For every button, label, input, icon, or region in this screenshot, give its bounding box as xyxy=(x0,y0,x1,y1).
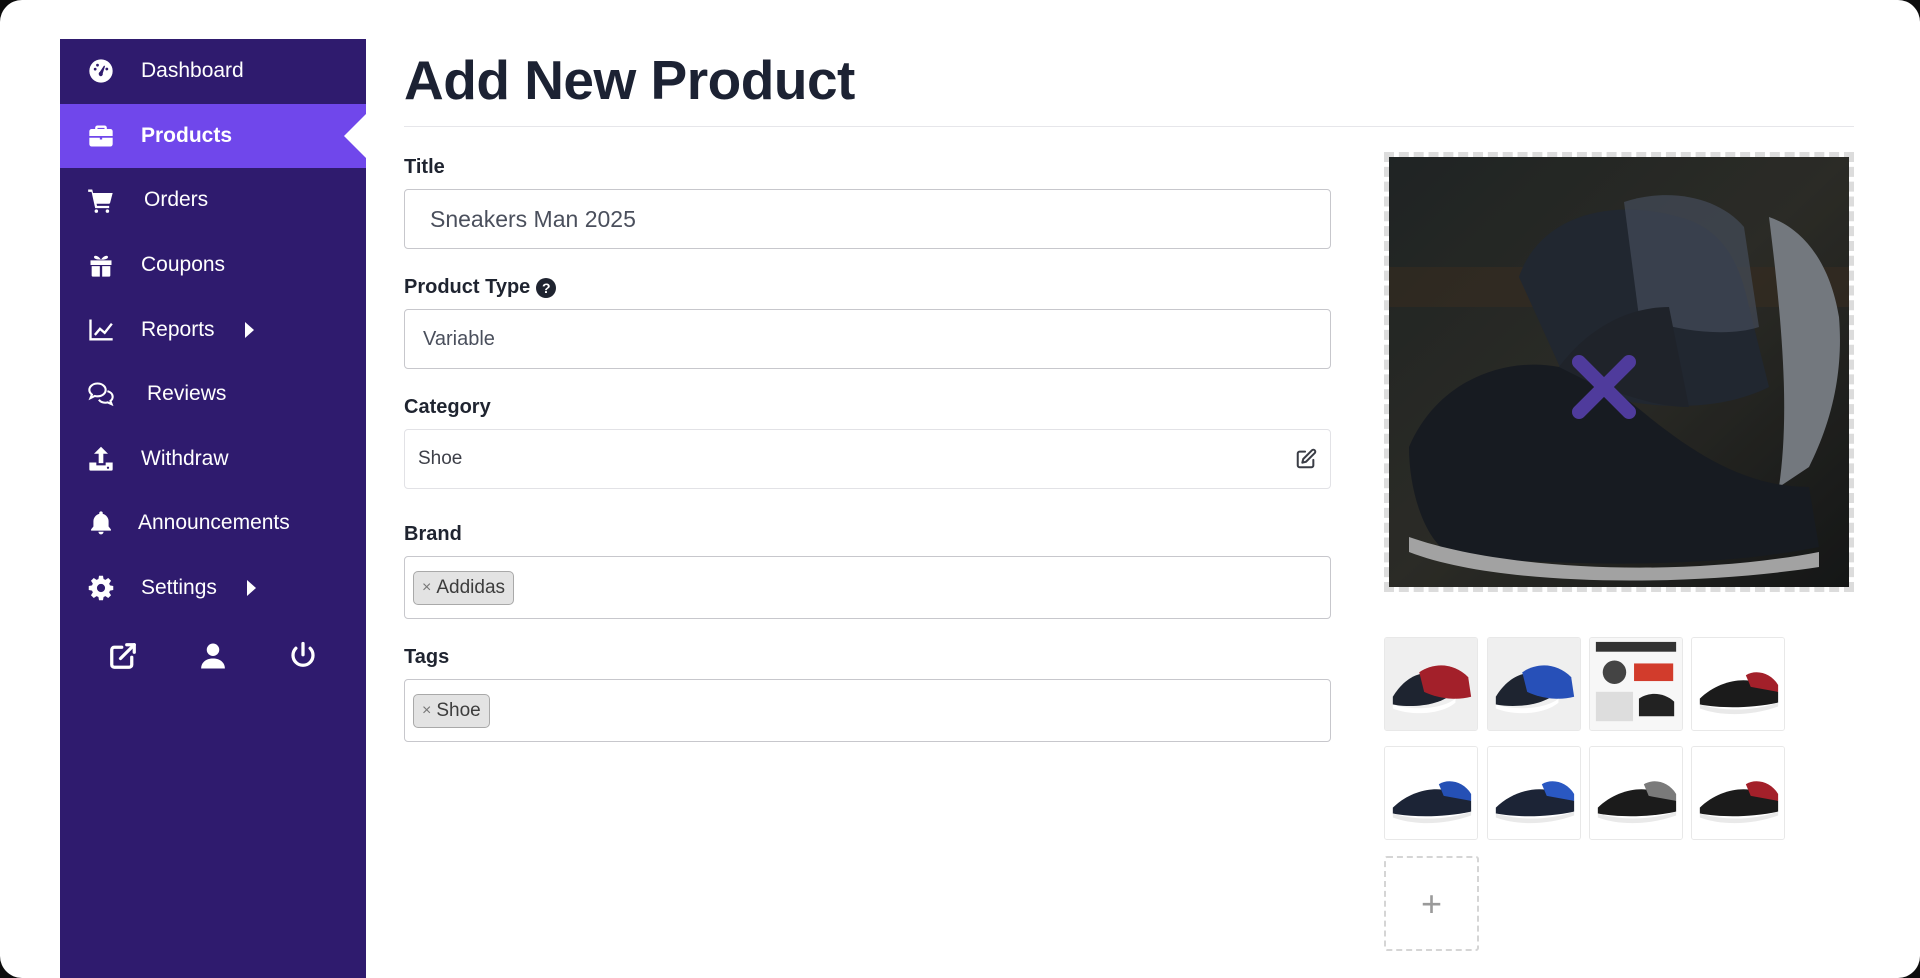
featured-image[interactable] xyxy=(1384,152,1854,592)
brand-tag: × Addidas xyxy=(413,570,515,605)
tag-chip: × Shoe xyxy=(413,693,490,728)
remove-tag-icon[interactable]: × xyxy=(422,579,431,597)
sidebar-footer xyxy=(60,620,366,692)
gallery-thumbnail[interactable] xyxy=(1384,746,1478,840)
product-type-label: Product Type ? xyxy=(404,276,557,299)
briefcase-icon xyxy=(86,121,116,151)
upload-icon xyxy=(86,444,116,474)
sidebar-item-label: Announcements xyxy=(138,511,290,535)
gallery-thumbnail[interactable] xyxy=(1691,637,1785,731)
sidebar-item-dashboard[interactable]: Dashboard xyxy=(60,39,366,104)
sidebar-item-reviews[interactable]: Reviews xyxy=(60,362,366,427)
brand-label: Brand xyxy=(404,523,462,545)
chart-line-icon xyxy=(86,315,116,345)
plus-icon: + xyxy=(1420,882,1443,924)
sidebar-item-label: Reports xyxy=(141,317,215,341)
page-title: Add New Product xyxy=(404,49,855,111)
app-window: Dashboard Products Orders Coupons Report… xyxy=(0,0,1920,978)
featured-image-photo xyxy=(1389,157,1849,587)
title-label: Title xyxy=(404,156,445,178)
remove-tag-icon[interactable]: × xyxy=(422,702,431,720)
title-input[interactable]: Sneakers Man 2025 xyxy=(404,189,1331,249)
sidebar-item-label: Reviews xyxy=(147,382,227,406)
gallery-thumbnail[interactable] xyxy=(1487,637,1581,731)
help-icon[interactable]: ? xyxy=(536,277,557,298)
category-label: Category xyxy=(404,396,491,418)
gallery-thumbnail[interactable] xyxy=(1384,637,1478,731)
sidebar-item-coupons[interactable]: Coupons xyxy=(60,233,366,298)
gallery-thumbnail[interactable] xyxy=(1589,746,1683,840)
sidebar-item-withdraw[interactable]: Withdraw xyxy=(60,427,366,492)
gift-icon xyxy=(86,250,116,280)
sidebar-item-products[interactable]: Products xyxy=(60,103,366,169)
gear-icon xyxy=(86,573,116,603)
sidebar-item-label: Coupons xyxy=(141,253,226,277)
sidebar-item-label: Withdraw xyxy=(141,446,229,470)
sidebar-item-label: Settings xyxy=(141,576,217,600)
add-image-button[interactable]: + xyxy=(1384,856,1479,951)
gallery-thumbnail[interactable] xyxy=(1487,746,1581,840)
sidebar-item-orders[interactable]: Orders xyxy=(60,168,366,233)
external-link-icon[interactable] xyxy=(103,636,143,676)
sidebar-item-reports[interactable]: Reports xyxy=(60,297,366,362)
dashboard-icon xyxy=(86,56,116,86)
brand-tags-input[interactable]: × Addidas xyxy=(404,556,1331,619)
cart-icon xyxy=(86,185,116,215)
gallery-thumbnail[interactable] xyxy=(1589,637,1683,731)
tags-input[interactable]: × Shoe xyxy=(404,679,1331,742)
chevron-right-icon xyxy=(246,580,256,597)
power-icon[interactable] xyxy=(283,636,323,676)
divider xyxy=(404,126,1854,127)
sidebar-item-settings[interactable]: Settings xyxy=(60,556,366,621)
user-icon[interactable] xyxy=(193,636,233,676)
chevron-right-icon xyxy=(244,321,254,338)
product-type-select[interactable]: Variable xyxy=(404,309,1331,369)
sidebar-item-label: Dashboard xyxy=(141,59,244,83)
sidebar-item-label: Orders xyxy=(144,188,209,212)
sidebar: Dashboard Products Orders Coupons Report… xyxy=(60,39,366,978)
edit-icon[interactable] xyxy=(1295,448,1317,470)
comments-icon xyxy=(86,379,116,409)
category-field[interactable]: Shoe xyxy=(404,429,1331,489)
sidebar-item-label: Products xyxy=(141,123,233,147)
bell-icon xyxy=(86,508,116,538)
tags-label: Tags xyxy=(404,646,450,668)
gallery-thumbnail[interactable] xyxy=(1691,746,1785,840)
sidebar-item-announcements[interactable]: Announcements xyxy=(60,491,366,556)
